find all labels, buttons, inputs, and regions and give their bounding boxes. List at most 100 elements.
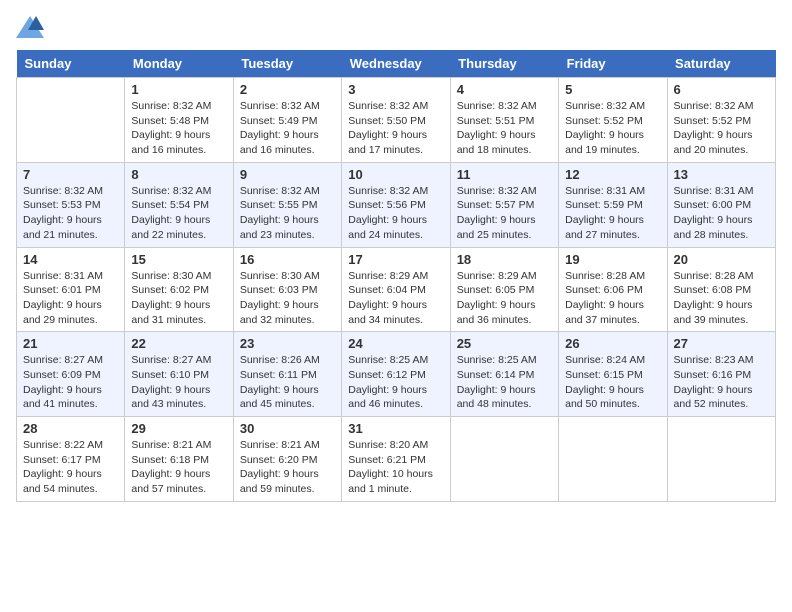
day-info: Sunrise: 8:27 AM Sunset: 6:09 PM Dayligh… (23, 353, 118, 412)
calendar-cell: 21 Sunrise: 8:27 AM Sunset: 6:09 PM Dayli… (17, 332, 125, 417)
calendar-cell (17, 78, 125, 163)
calendar-cell: 3 Sunrise: 8:32 AM Sunset: 5:50 PM Daylig… (342, 78, 450, 163)
weekday-header-sunday: Sunday (17, 50, 125, 78)
day-number: 11 (457, 167, 552, 182)
calendar-cell: 6 Sunrise: 8:32 AM Sunset: 5:52 PM Daylig… (667, 78, 775, 163)
calendar-cell: 29 Sunrise: 8:21 AM Sunset: 6:18 PM Dayli… (125, 417, 233, 502)
day-number: 13 (674, 167, 769, 182)
day-info: Sunrise: 8:32 AM Sunset: 5:56 PM Dayligh… (348, 184, 443, 243)
day-number: 17 (348, 252, 443, 267)
day-number: 8 (131, 167, 226, 182)
day-info: Sunrise: 8:32 AM Sunset: 5:52 PM Dayligh… (674, 99, 769, 158)
day-number: 5 (565, 82, 660, 97)
day-number: 26 (565, 336, 660, 351)
calendar-cell: 1Sunrise: 8:32 AM Sunset: 5:48 PM Daylig… (125, 78, 233, 163)
weekday-header-thursday: Thursday (450, 50, 558, 78)
calendar-cell: 14 Sunrise: 8:31 AM Sunset: 6:01 PM Dayli… (17, 247, 125, 332)
day-number: 12 (565, 167, 660, 182)
day-number: 27 (674, 336, 769, 351)
calendar-cell: 22 Sunrise: 8:27 AM Sunset: 6:10 PM Dayli… (125, 332, 233, 417)
day-info: Sunrise: 8:21 AM Sunset: 6:18 PM Dayligh… (131, 438, 226, 497)
calendar-cell: 16 Sunrise: 8:30 AM Sunset: 6:03 PM Dayli… (233, 247, 341, 332)
calendar-cell: 31 Sunrise: 8:20 AM Sunset: 6:21 PM Dayli… (342, 417, 450, 502)
calendar-cell: 20 Sunrise: 8:28 AM Sunset: 6:08 PM Dayli… (667, 247, 775, 332)
day-info: Sunrise: 8:29 AM Sunset: 6:04 PM Dayligh… (348, 269, 443, 328)
day-number: 19 (565, 252, 660, 267)
calendar-cell: 27 Sunrise: 8:23 AM Sunset: 6:16 PM Dayli… (667, 332, 775, 417)
day-info: Sunrise: 8:31 AM Sunset: 6:00 PM Dayligh… (674, 184, 769, 243)
calendar-cell: 17 Sunrise: 8:29 AM Sunset: 6:04 PM Dayli… (342, 247, 450, 332)
day-number: 4 (457, 82, 552, 97)
day-info: Sunrise: 8:20 AM Sunset: 6:21 PM Dayligh… (348, 438, 443, 497)
day-number: 31 (348, 421, 443, 436)
day-number: 22 (131, 336, 226, 351)
day-number: 30 (240, 421, 335, 436)
day-number: 15 (131, 252, 226, 267)
calendar-table: SundayMondayTuesdayWednesdayThursdayFrid… (16, 50, 776, 502)
calendar-cell (667, 417, 775, 502)
day-info: Sunrise: 8:23 AM Sunset: 6:16 PM Dayligh… (674, 353, 769, 412)
weekday-header-friday: Friday (559, 50, 667, 78)
week-row-2: 7 Sunrise: 8:32 AM Sunset: 5:53 PM Daylig… (17, 162, 776, 247)
logo (16, 16, 48, 38)
day-info: Sunrise: 8:32 AM Sunset: 5:52 PM Dayligh… (565, 99, 660, 158)
weekday-header-wednesday: Wednesday (342, 50, 450, 78)
calendar-cell: 10 Sunrise: 8:32 AM Sunset: 5:56 PM Dayli… (342, 162, 450, 247)
day-info: Sunrise: 8:21 AM Sunset: 6:20 PM Dayligh… (240, 438, 335, 497)
day-number: 10 (348, 167, 443, 182)
day-info: Sunrise: 8:32 AM Sunset: 5:57 PM Dayligh… (457, 184, 552, 243)
day-info: Sunrise: 8:32 AM Sunset: 5:50 PM Dayligh… (348, 99, 443, 158)
day-info: Sunrise: 8:27 AM Sunset: 6:10 PM Dayligh… (131, 353, 226, 412)
day-info: Sunrise: 8:32 AM Sunset: 5:53 PM Dayligh… (23, 184, 118, 243)
day-number: 2 (240, 82, 335, 97)
day-number: 14 (23, 252, 118, 267)
weekday-header-monday: Monday (125, 50, 233, 78)
week-row-1: 1Sunrise: 8:32 AM Sunset: 5:48 PM Daylig… (17, 78, 776, 163)
calendar-cell: 28 Sunrise: 8:22 AM Sunset: 6:17 PM Dayli… (17, 417, 125, 502)
day-number: 3 (348, 82, 443, 97)
logo-icon (16, 16, 44, 38)
calendar-cell (450, 417, 558, 502)
calendar-cell: 11 Sunrise: 8:32 AM Sunset: 5:57 PM Dayli… (450, 162, 558, 247)
day-number: 28 (23, 421, 118, 436)
day-number: 16 (240, 252, 335, 267)
calendar-cell: 7 Sunrise: 8:32 AM Sunset: 5:53 PM Daylig… (17, 162, 125, 247)
calendar-cell: 5 Sunrise: 8:32 AM Sunset: 5:52 PM Daylig… (559, 78, 667, 163)
calendar-cell: 18Sunrise: 8:29 AM Sunset: 6:05 PM Dayli… (450, 247, 558, 332)
day-info: Sunrise: 8:31 AM Sunset: 6:01 PM Dayligh… (23, 269, 118, 328)
day-info: Sunrise: 8:28 AM Sunset: 6:08 PM Dayligh… (674, 269, 769, 328)
day-info: Sunrise: 8:29 AM Sunset: 6:05 PM Dayligh… (457, 269, 552, 328)
calendar-cell: 15 Sunrise: 8:30 AM Sunset: 6:02 PM Dayli… (125, 247, 233, 332)
day-info: Sunrise: 8:30 AM Sunset: 6:02 PM Dayligh… (131, 269, 226, 328)
weekday-header-saturday: Saturday (667, 50, 775, 78)
calendar-cell: 9Sunrise: 8:32 AM Sunset: 5:55 PM Daylig… (233, 162, 341, 247)
weekday-header-row: SundayMondayTuesdayWednesdayThursdayFrid… (17, 50, 776, 78)
day-info: Sunrise: 8:25 AM Sunset: 6:14 PM Dayligh… (457, 353, 552, 412)
calendar-cell (559, 417, 667, 502)
weekday-header-tuesday: Tuesday (233, 50, 341, 78)
day-info: Sunrise: 8:32 AM Sunset: 5:48 PM Dayligh… (131, 99, 226, 158)
day-number: 6 (674, 82, 769, 97)
day-info: Sunrise: 8:22 AM Sunset: 6:17 PM Dayligh… (23, 438, 118, 497)
day-number: 20 (674, 252, 769, 267)
calendar-cell: 30 Sunrise: 8:21 AM Sunset: 6:20 PM Dayli… (233, 417, 341, 502)
day-number: 25 (457, 336, 552, 351)
day-info: Sunrise: 8:32 AM Sunset: 5:49 PM Dayligh… (240, 99, 335, 158)
day-info: Sunrise: 8:32 AM Sunset: 5:55 PM Dayligh… (240, 184, 335, 243)
day-number: 24 (348, 336, 443, 351)
calendar-cell: 12 Sunrise: 8:31 AM Sunset: 5:59 PM Dayli… (559, 162, 667, 247)
day-info: Sunrise: 8:31 AM Sunset: 5:59 PM Dayligh… (565, 184, 660, 243)
page-header (16, 16, 776, 38)
calendar-cell: 2 Sunrise: 8:32 AM Sunset: 5:49 PM Daylig… (233, 78, 341, 163)
day-info: Sunrise: 8:24 AM Sunset: 6:15 PM Dayligh… (565, 353, 660, 412)
day-info: Sunrise: 8:26 AM Sunset: 6:11 PM Dayligh… (240, 353, 335, 412)
week-row-5: 28 Sunrise: 8:22 AM Sunset: 6:17 PM Dayli… (17, 417, 776, 502)
day-info: Sunrise: 8:28 AM Sunset: 6:06 PM Dayligh… (565, 269, 660, 328)
day-number: 29 (131, 421, 226, 436)
day-number: 21 (23, 336, 118, 351)
day-number: 7 (23, 167, 118, 182)
day-info: Sunrise: 8:25 AM Sunset: 6:12 PM Dayligh… (348, 353, 443, 412)
week-row-3: 14 Sunrise: 8:31 AM Sunset: 6:01 PM Dayli… (17, 247, 776, 332)
calendar-cell: 8Sunrise: 8:32 AM Sunset: 5:54 PM Daylig… (125, 162, 233, 247)
day-info: Sunrise: 8:30 AM Sunset: 6:03 PM Dayligh… (240, 269, 335, 328)
